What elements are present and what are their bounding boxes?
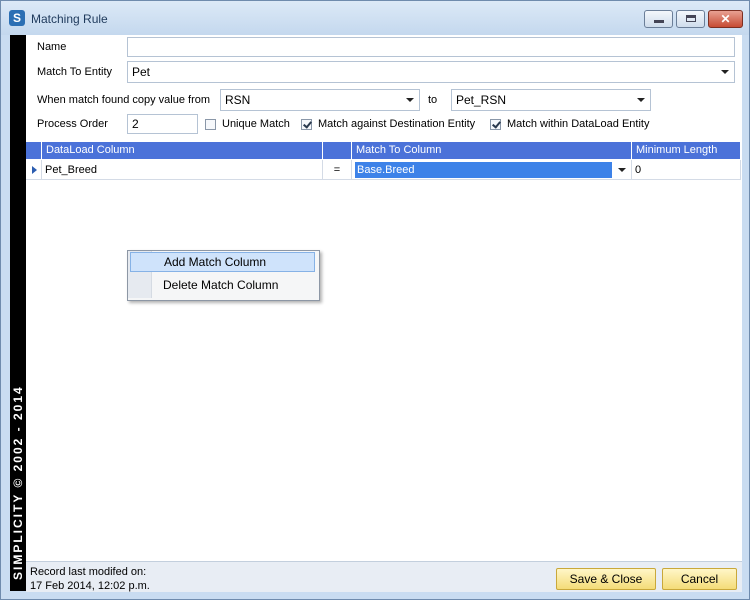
brand-sidebar: SIMPLICITY © 2002 - 2014 <box>10 35 26 591</box>
footer-bar: Record last modifed on: 17 Feb 2014, 12:… <box>26 561 742 592</box>
col-header-min-length[interactable]: Minimum Length <box>632 142 741 159</box>
minimize-button[interactable] <box>644 10 673 28</box>
copy-to-select[interactable]: Pet_RSN <box>451 89 651 111</box>
copy-to-value: Pet_RSN <box>456 93 507 107</box>
entity-select[interactable]: Pet <box>127 61 735 83</box>
record-modified-label: Record last modifed on: <box>30 566 147 578</box>
save-close-button[interactable]: Save & Close <box>556 568 656 590</box>
entity-label: Match To Entity <box>37 66 112 78</box>
cell-operator: = <box>323 160 352 180</box>
grid-corner-header <box>26 142 42 159</box>
minimize-icon <box>654 20 664 23</box>
process-order-input[interactable]: 2 <box>127 114 198 134</box>
chevron-down-icon <box>721 70 729 74</box>
row-pointer-icon <box>32 166 37 174</box>
cell-min-length[interactable]: 0 <box>632 160 741 180</box>
chevron-down-icon[interactable] <box>618 168 626 172</box>
context-menu: Add Match Column Delete Match Column <box>127 250 320 301</box>
checkmark-icon <box>303 119 312 129</box>
app-icon: S <box>9 10 25 26</box>
row-indicator[interactable] <box>26 160 42 180</box>
chevron-down-icon <box>637 98 645 102</box>
destination-label: Match against Destination Entity <box>318 118 476 130</box>
checkmark-icon <box>492 119 501 129</box>
window-title: Matching Rule <box>31 12 108 26</box>
form-content: Name Match To Entity Pet When match foun… <box>26 35 742 591</box>
entity-value: Pet <box>132 65 151 79</box>
unique-match-checkbox[interactable] <box>205 119 216 130</box>
maximize-icon <box>686 15 696 22</box>
copy-from-value: RSN <box>225 93 251 107</box>
maximize-button[interactable] <box>676 10 705 28</box>
col-header-dataload[interactable]: DataLoad Column <box>42 142 323 159</box>
to-label: to <box>428 94 438 106</box>
destination-checkbox[interactable] <box>301 119 312 130</box>
order-label: Process Order <box>37 118 108 130</box>
matching-rule-window: S Matching Rule ✕ SIMPLICITY © 2002 - 20… <box>0 0 750 600</box>
col-header-match-to[interactable]: Match To Column <box>352 142 632 159</box>
chevron-down-icon <box>406 98 414 102</box>
close-button[interactable]: ✕ <box>708 10 743 28</box>
unique-match-label: Unique Match <box>222 118 290 130</box>
title-bar: S Matching Rule ✕ <box>1 1 749 35</box>
cancel-button[interactable]: Cancel <box>662 568 737 590</box>
copy-label: When match found copy value from <box>37 94 211 106</box>
menu-item-delete-match-column[interactable]: Delete Match Column <box>130 275 315 295</box>
name-input[interactable] <box>127 37 735 57</box>
menu-item-add-match-column[interactable]: Add Match Column <box>130 252 315 272</box>
match-to-column-select[interactable]: Base.Breed <box>355 162 612 178</box>
copy-from-select[interactable]: RSN <box>220 89 420 111</box>
within-dataload-label: Match within DataLoad Entity <box>507 118 650 130</box>
name-label: Name <box>37 41 67 53</box>
cell-dataload-column[interactable]: Pet_Breed <box>42 160 323 180</box>
copyright-text: SIMPLICITY © 2002 - 2014 <box>11 385 25 580</box>
col-header-operator[interactable] <box>323 142 352 159</box>
within-dataload-checkbox[interactable] <box>490 119 501 130</box>
record-modified-date: 17 Feb 2014, 12:02 p.m. <box>30 580 150 592</box>
